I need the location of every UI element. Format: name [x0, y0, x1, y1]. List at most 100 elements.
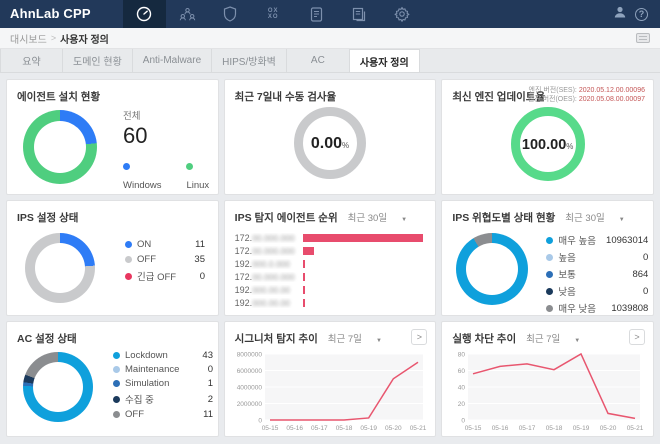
bar-row: 172.00.000.000: [235, 231, 424, 244]
breadcrumb-root[interactable]: 대시보드: [10, 31, 47, 46]
help-icon[interactable]: ?: [635, 8, 648, 21]
legend-item: 긴급 OFF0: [125, 269, 205, 283]
expand-chart-button[interactable]: >: [629, 329, 645, 345]
ac-setting-legend: Lockdown43 Maintenance0 Simulation1 수집 중…: [113, 350, 213, 423]
tab-summary[interactable]: 요약: [0, 49, 63, 72]
dashboard-page: AhnLab CPP OXXO: [0, 0, 660, 444]
legend-item: 낮음0: [546, 284, 648, 298]
period-dropdown[interactable]: 최근 30일: [348, 213, 387, 224]
main-nav: OXXO: [123, 0, 424, 28]
legend-item: 수집 중2: [113, 392, 213, 406]
svg-text:05-21: 05-21: [409, 425, 426, 432]
ips-threat-legend: 매우 높음10963014 높음0 보통864 낮음0 매우 낮음1039808: [546, 233, 648, 316]
top-navbar: AhnLab CPP OXXO: [0, 0, 660, 28]
chevron-down-icon: ▼: [401, 217, 407, 223]
legend-item: OFF35: [125, 254, 205, 265]
nav-logs[interactable]: [295, 0, 338, 28]
expand-chart-button[interactable]: >: [411, 329, 427, 345]
svg-text:05-19: 05-19: [360, 425, 377, 432]
tab-hips-firewall[interactable]: HIPS/방화벽: [212, 49, 287, 72]
card-signature-trend: 시그니처 탐지 추이최근 7일▼ > 020000004000000600000…: [224, 321, 437, 437]
chevron-down-icon: ▼: [376, 338, 382, 344]
legend-item: Maintenance0: [113, 364, 213, 375]
card-ips-setting-status: IPS 설정 상태 ON11 OFF35 긴급 OFF0: [6, 200, 219, 316]
card-ips-agent-ranking: IPS 탐지 에이전트 순위최근 30일▼ 172.00.000.000 172…: [224, 200, 437, 316]
svg-text:05-17: 05-17: [519, 425, 536, 432]
legend-item: Lockdown43: [113, 350, 213, 361]
svg-text:05-15: 05-15: [465, 425, 482, 432]
legend-item-linux: Linux 46: [186, 157, 217, 195]
breadcrumb-current: 사용자 정의: [60, 31, 109, 46]
log-device-icon: [310, 7, 323, 22]
legend-item: OFF11: [113, 409, 213, 420]
card-ips-threat-status: IPS 위협도별 상태 현황최근 30일▼ 매우 높음10963014 높음0 …: [441, 200, 654, 316]
svg-text:05-19: 05-19: [573, 425, 590, 432]
legend-item: 매우 높음10963014: [546, 233, 648, 247]
nav-reports[interactable]: [338, 0, 381, 28]
legend-item-windows: Windows 14: [123, 157, 168, 195]
svg-text:80: 80: [458, 351, 466, 358]
shield-icon: [223, 6, 237, 22]
card-title: AC 설정 상태: [17, 331, 77, 346]
nav-agents[interactable]: [166, 0, 209, 28]
ips-rank-bar-chart: 172.00.000.000 172.00.000.000 192.000.0.…: [235, 231, 424, 309]
card-agent-install: 에이전트 설치 현황 전체 60 Windows 14 Linux 46: [6, 79, 219, 195]
agent-donut-chart: [23, 110, 97, 184]
period-dropdown[interactable]: 최근 7일: [526, 334, 560, 345]
ips-setting-legend: ON11 OFF35 긴급 OFF0: [125, 239, 205, 287]
tab-user-defined[interactable]: 사용자 정의: [350, 49, 420, 72]
tab-ac[interactable]: AC: [287, 49, 350, 72]
nav-policy[interactable]: [209, 0, 252, 28]
card-manual-scan-rate: 최근 7일내 수동 검사율 0.00%: [224, 79, 437, 195]
svg-text:05-16: 05-16: [286, 425, 303, 432]
svg-text:2000000: 2000000: [236, 401, 262, 408]
svg-text:0: 0: [462, 417, 466, 424]
nav-assessment[interactable]: OXXO: [252, 0, 295, 28]
legend-item: 높음0: [546, 250, 648, 264]
svg-text:8000000: 8000000: [236, 351, 262, 358]
agent-summary: 전체 60 Windows 14 Linux 46: [123, 108, 218, 195]
chevron-down-icon: ▼: [574, 338, 580, 344]
engine-version-meta: 엔진 버전(SES): 2020.05.12.00.00096 엔진 버전(OE…: [528, 86, 645, 104]
card-title: 에이전트 설치 현황: [17, 89, 100, 104]
svg-text:60: 60: [458, 368, 466, 375]
card-title: 실행 차단 추이최근 7일▼: [452, 331, 580, 346]
card-grid: 에이전트 설치 현황 전체 60 Windows 14 Linux 46: [0, 73, 660, 443]
linux-dot: [186, 163, 193, 170]
period-dropdown[interactable]: 최근 7일: [328, 334, 362, 345]
chevron-down-icon: ▼: [619, 217, 625, 223]
nav-settings[interactable]: [381, 0, 424, 28]
breadcrumb-separator: >: [51, 33, 56, 43]
ox-assessment-icon: OXXO: [268, 8, 279, 20]
ips-threat-donut-chart: [456, 233, 528, 305]
dashboard-settings-icon[interactable]: [636, 33, 650, 43]
tab-domain-status[interactable]: 도메인 현황: [63, 49, 133, 72]
svg-text:40: 40: [458, 384, 466, 391]
svg-text:05-18: 05-18: [546, 425, 563, 432]
svg-text:05-21: 05-21: [627, 425, 644, 432]
tab-anti-malware[interactable]: Anti-Malware: [133, 49, 212, 72]
windows-dot: [123, 163, 130, 170]
total-value: 60: [123, 123, 218, 149]
svg-text:05-15: 05-15: [261, 425, 278, 432]
agent-group-icon: [179, 7, 196, 22]
svg-text:05-18: 05-18: [335, 425, 352, 432]
card-engine-update-rate: 최신 엔진 업데이트율 엔진 버전(SES): 2020.05.12.00.00…: [441, 79, 654, 195]
svg-text:4000000: 4000000: [236, 384, 262, 391]
user-account-icon[interactable]: [613, 5, 627, 24]
svg-text:05-20: 05-20: [600, 425, 617, 432]
settings-gear-icon: [394, 6, 410, 22]
card-ac-setting-status: AC 설정 상태 Lockdown43 Maintenance0 Simulat…: [6, 321, 219, 437]
svg-text:0: 0: [258, 417, 262, 424]
card-title: IPS 탐지 에이전트 순위최근 30일▼: [235, 210, 407, 225]
ips-setting-donut-chart: [25, 233, 95, 303]
brand-logo: AhnLab CPP: [0, 0, 105, 28]
total-label: 전체: [123, 108, 218, 122]
nav-dashboard[interactable]: [123, 0, 166, 28]
agent-legend: Windows 14 Linux 46: [123, 157, 218, 195]
dashboard-gauge-icon: [136, 6, 152, 22]
card-title: 최근 7일내 수동 검사율: [235, 89, 337, 104]
dashboard-tabs: 요약 도메인 현황 Anti-Malware HIPS/방화벽 AC 사용자 정…: [0, 49, 660, 73]
period-dropdown[interactable]: 최근 30일: [565, 213, 604, 224]
legend-item: Simulation1: [113, 378, 213, 389]
